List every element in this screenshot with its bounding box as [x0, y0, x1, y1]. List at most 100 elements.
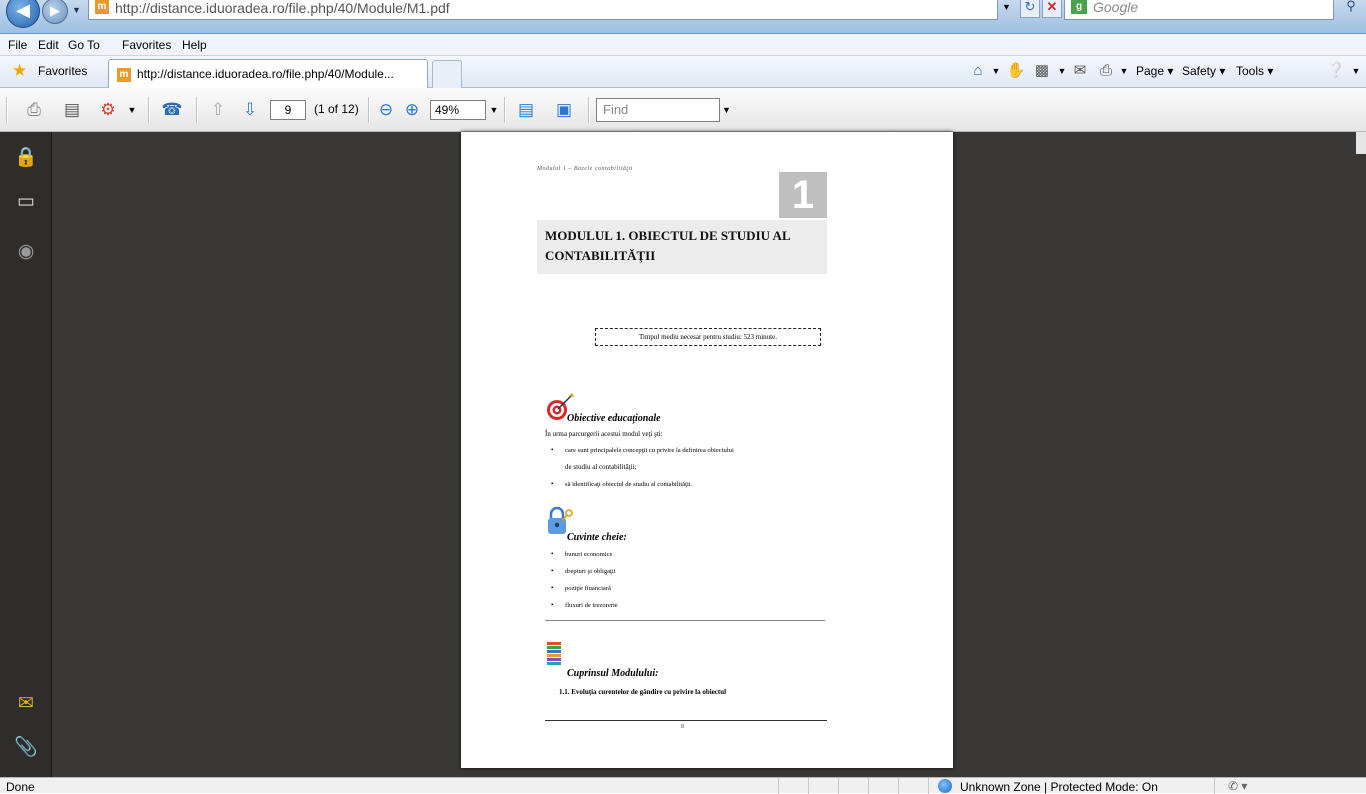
print-dropdown[interactable]: ▼ — [1114, 61, 1134, 81]
recent-pages-dropdown[interactable]: ▼ — [72, 0, 84, 20]
status-divider — [868, 778, 869, 794]
address-bar: ◀ ▶ ▼ m http://distance.iduoradea.ro/fil… — [0, 0, 1366, 34]
safety-menu[interactable]: Safety ▾ — [1182, 64, 1225, 78]
status-divider — [778, 778, 779, 794]
feeds-icon[interactable]: ▩ — [1032, 61, 1052, 81]
save-icon[interactable]: ▤ — [60, 99, 84, 121]
tab-title: http://distance.iduoradea.ro/file.php/40… — [137, 67, 394, 81]
tools-menu-label: Tools — [1236, 64, 1265, 78]
next-page-icon[interactable]: ⇩ — [238, 99, 262, 121]
new-tab-button[interactable] — [432, 60, 462, 88]
share-dropdown[interactable]: ▼ — [120, 99, 144, 121]
status-divider — [1214, 778, 1215, 794]
zoom-dropdown[interactable]: ▼ — [488, 100, 500, 120]
list-item: poziţie financiară — [551, 584, 611, 593]
home-dropdown[interactable]: ▼ — [986, 61, 1006, 81]
fit-page-icon[interactable]: ▣ — [552, 99, 576, 121]
hand-icon[interactable]: ✋ — [1006, 61, 1026, 81]
home-icon[interactable]: ⌂ — [968, 61, 988, 81]
toc-item: 1.1. Evoluţia curentelor de gândire cu p… — [559, 688, 727, 696]
collaborate-icon[interactable]: ☎ — [160, 99, 184, 121]
star-icon: ★ — [12, 61, 28, 80]
status-divider — [928, 778, 929, 794]
site-favicon-icon: m — [95, 0, 109, 14]
url-dropdown[interactable]: ▼ — [1002, 0, 1016, 18]
search-input[interactable]: Google — [1093, 0, 1138, 15]
status-divider — [898, 778, 899, 794]
list-item-continuation: de studiu al contabilităţii; — [565, 463, 637, 471]
menu-goto[interactable]: Go To — [68, 38, 100, 52]
zoom-in-icon[interactable]: ⊕ — [400, 99, 424, 121]
scrollbar[interactable] — [1356, 132, 1366, 154]
menu-help[interactable]: Help — [182, 38, 207, 52]
tools-menu[interactable]: Tools ▾ — [1236, 64, 1273, 78]
page-number: 8 — [681, 724, 684, 730]
page-menu[interactable]: Page ▾ — [1136, 64, 1173, 78]
zoom-level-input[interactable]: 49% — [430, 100, 486, 120]
refresh-icon: ↻ — [1024, 0, 1036, 14]
footer-divider — [545, 720, 827, 721]
help-icon[interactable]: ❔ — [1326, 61, 1346, 81]
zoom-out-icon[interactable]: ⊖ — [374, 99, 398, 121]
lock-icon[interactable]: 🔒 — [14, 146, 38, 170]
refresh-button[interactable]: ↻ — [1020, 0, 1040, 18]
status-text: Done — [6, 780, 35, 794]
search-icon[interactable]: ⚲ — [1342, 0, 1360, 16]
contents-heading: Cuprinsul Modulului: — [567, 668, 659, 679]
menu-edit[interactable]: Edit — [38, 38, 59, 52]
status-divider — [838, 778, 839, 794]
toolbar-separator — [588, 97, 590, 123]
print-icon[interactable]: ⎙ — [22, 99, 46, 121]
attachment-icon[interactable]: 📎 — [14, 736, 38, 760]
previous-page-icon[interactable]: ⇧ — [206, 99, 230, 121]
pages-icon[interactable]: ▭ — [14, 190, 38, 214]
menu-bar: File Edit Go To Favorites Help — [0, 34, 1366, 56]
toolbar-separator — [196, 97, 198, 123]
objectives-heading: Obiective educaţionale — [567, 413, 661, 424]
fit-width-icon[interactable]: ▤ — [514, 99, 538, 121]
browser-tab[interactable]: m http://distance.iduoradea.ro/file.php/… — [108, 59, 428, 88]
url-field[interactable]: m http://distance.iduoradea.ro/file.php/… — [88, 0, 998, 20]
back-arrow-icon: ◀ — [16, 0, 30, 20]
url-text[interactable]: http://distance.iduoradea.ro/file.php/40… — [115, 0, 450, 16]
title-band: MODULUL 1. OBIECTUL DE STUDIU AL CONTABI… — [537, 220, 827, 274]
book-stack-icon — [547, 642, 561, 665]
mail-icon[interactable]: ✉ — [1070, 61, 1090, 81]
pdf-page: Modulul 1 – Bazele contabilităţii 1 MODU… — [461, 132, 953, 768]
study-time-note: Timpul mediu necesar pentru studiu: 523 … — [595, 328, 821, 346]
stop-button[interactable]: ✕ — [1042, 0, 1062, 18]
zoom-status-icon[interactable]: ✆ ▾ — [1228, 779, 1247, 793]
toolbar-separator — [504, 97, 506, 123]
menu-favorites[interactable]: Favorites — [122, 38, 171, 52]
status-divider — [808, 778, 809, 794]
find-input[interactable]: Find — [596, 98, 720, 122]
navigation-pane: 🔒 ▭ ◉ ✉ 📎 — [0, 132, 52, 777]
binoculars-icon[interactable]: ◉ — [14, 240, 38, 264]
page-menu-label: Page — [1136, 64, 1165, 78]
comments-icon[interactable]: ✉ — [14, 692, 38, 716]
forward-arrow-icon: ▶ — [50, 3, 60, 18]
favorites-label: Favorites — [38, 64, 88, 78]
toolbar-separator — [6, 97, 8, 123]
list-item: care sunt principalele concepţii cu priv… — [551, 446, 827, 455]
toolbar-separator — [148, 97, 150, 123]
keywords-heading: Cuvinte cheie: — [567, 532, 627, 543]
feeds-dropdown[interactable]: ▼ — [1052, 61, 1072, 81]
forward-button[interactable]: ▶ — [42, 0, 68, 24]
search-field[interactable]: g Google — [1064, 0, 1334, 20]
objectives-intro: În urma parcurgerii acestui modul veţi ş… — [545, 430, 663, 438]
share-icon[interactable]: ⚙ — [96, 99, 120, 121]
page-number-input[interactable]: 9 — [270, 100, 306, 120]
running-head: Modulul 1 – Bazele contabilităţii — [537, 166, 633, 172]
status-bar: Done Unknown Zone | Protected Mode: On ✆… — [0, 777, 1366, 794]
help-dropdown[interactable]: ▼ — [1346, 61, 1366, 81]
back-button[interactable]: ◀ — [6, 0, 40, 28]
globe-icon — [938, 779, 952, 793]
find-dropdown[interactable]: ▼ — [722, 100, 732, 120]
google-logo-icon: g — [1071, 0, 1087, 14]
menu-file[interactable]: File — [8, 38, 27, 52]
print-icon[interactable]: ⎙ — [1096, 61, 1116, 81]
safety-menu-label: Safety — [1182, 64, 1217, 78]
document-viewer[interactable]: Modulul 1 – Bazele contabilităţii 1 MODU… — [52, 132, 1366, 777]
security-zone[interactable]: Unknown Zone | Protected Mode: On — [960, 780, 1158, 794]
